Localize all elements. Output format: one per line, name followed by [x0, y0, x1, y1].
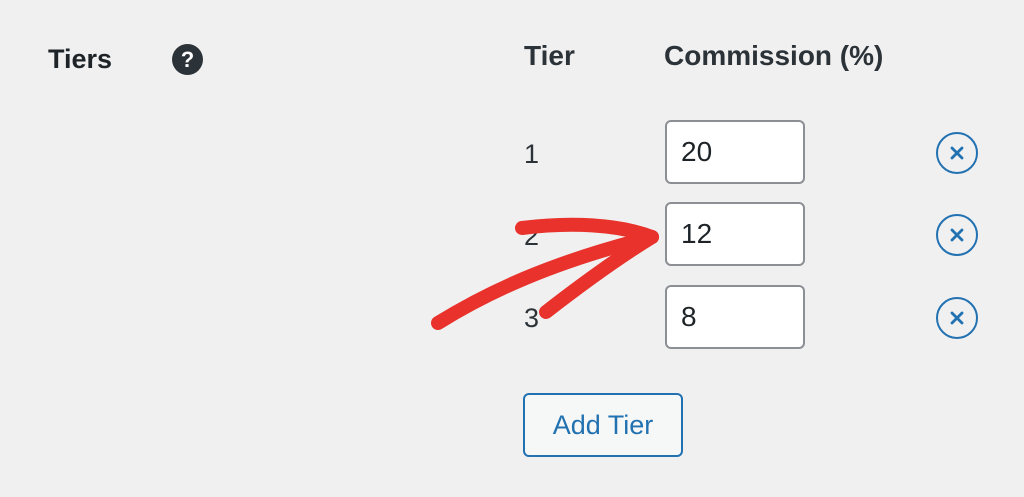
help-question-icon[interactable]: ? — [172, 44, 203, 75]
tier-number: 2 — [524, 221, 540, 251]
remove-tier-button[interactable] — [936, 297, 978, 339]
column-header-commission: Commission (%) — [664, 40, 884, 71]
tier-number: 3 — [524, 303, 540, 333]
close-icon — [950, 311, 964, 325]
commission-input[interactable] — [665, 120, 805, 184]
tier-number: 1 — [524, 139, 540, 169]
add-tier-button[interactable]: Add Tier — [523, 393, 683, 457]
close-icon — [950, 146, 964, 160]
field-label-tiers: Tiers — [48, 44, 113, 74]
red-arrow-annotation-icon — [431, 217, 659, 330]
commission-input[interactable] — [665, 202, 805, 266]
column-header-tier: Tier — [524, 40, 575, 71]
remove-tier-button[interactable] — [936, 132, 978, 174]
remove-tier-button[interactable] — [936, 214, 978, 256]
close-icon — [950, 228, 964, 242]
commission-input[interactable] — [665, 285, 805, 349]
